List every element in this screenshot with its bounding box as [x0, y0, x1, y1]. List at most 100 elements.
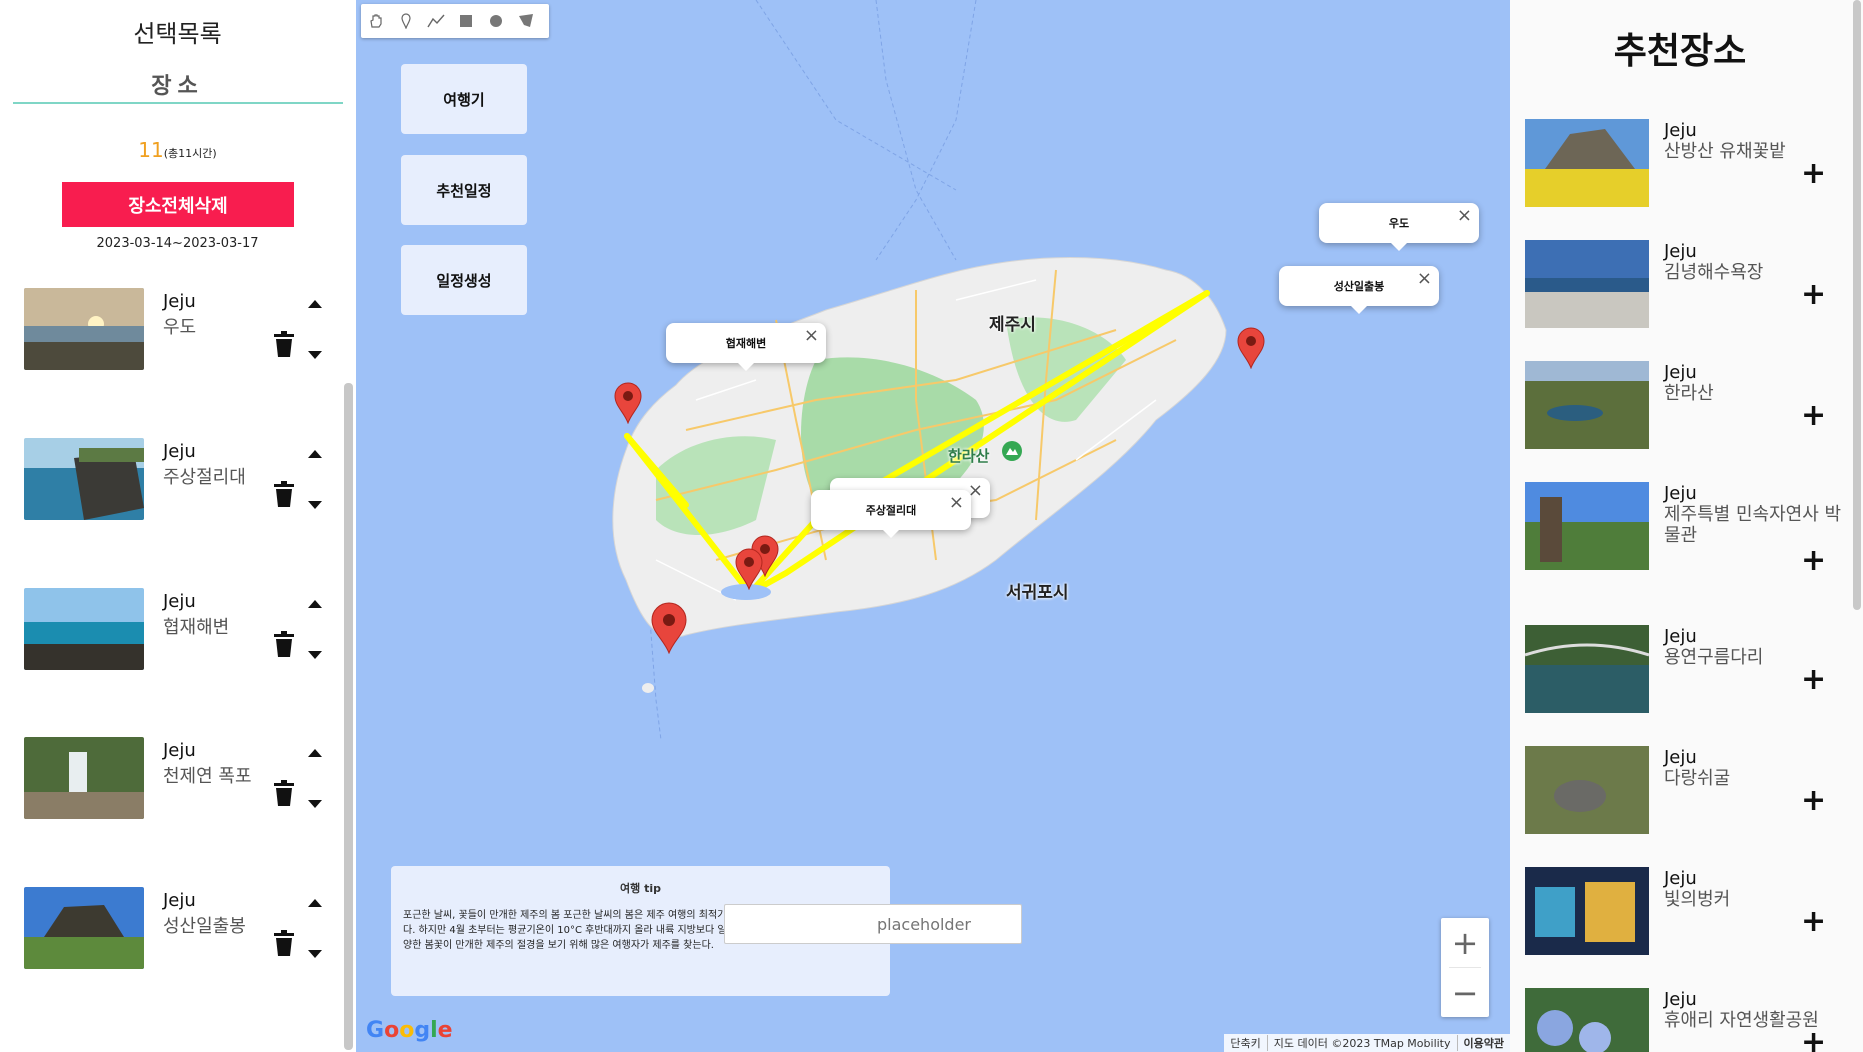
keyboard-shortcuts-link[interactable]: 단축키	[1224, 1035, 1266, 1051]
thumbnail	[1525, 119, 1649, 207]
list-item: Jeju 산방산 유채꽃밭 +	[1525, 119, 1845, 209]
item-region: Jeju	[163, 291, 196, 312]
travel-log-button[interactable]: 여행기	[401, 64, 527, 134]
panel-title: 추천장소	[1613, 31, 1747, 72]
item-region: Jeju	[1664, 868, 1697, 889]
trash-icon[interactable]	[272, 780, 296, 806]
add-icon[interactable]: +	[1801, 907, 1826, 937]
add-icon[interactable]: +	[1801, 546, 1826, 576]
google-logo: Google	[366, 1018, 453, 1043]
recommended-schedule-button[interactable]: 추천일정	[401, 155, 527, 225]
item-region: Jeju	[1664, 241, 1697, 262]
info-window-jusang: × 주상절리대	[811, 490, 971, 538]
selected-list-panel: 선택목록 장소 11(총11시간) 장소전체삭제 2023-03-14~2023…	[0, 0, 355, 1052]
move-down-icon[interactable]	[308, 651, 322, 659]
map-data-text: 지도 데이터 ©2023 TMap Mobility	[1266, 1035, 1457, 1051]
add-icon[interactable]: +	[1801, 786, 1826, 816]
tip-title: 여행 tip	[620, 882, 661, 895]
move-up-icon[interactable]	[308, 749, 322, 757]
total-hours: 11(총11시간)	[0, 138, 355, 162]
list-item: Jeju 빛의벙커 +	[1525, 867, 1845, 957]
item-name: 주상절리대	[163, 467, 246, 488]
thumbnail	[1525, 746, 1649, 834]
info-window-title: 주상절리대	[865, 504, 917, 517]
move-up-icon[interactable]	[308, 600, 322, 608]
list-item: Jeju 주상절리대	[24, 438, 334, 522]
item-region: Jeju	[163, 890, 196, 911]
info-window-title: 우도	[1388, 217, 1410, 230]
create-schedule-button[interactable]: 일정생성	[401, 245, 527, 315]
map-marker[interactable]	[735, 548, 763, 590]
trash-icon[interactable]	[272, 481, 296, 507]
polygon-icon[interactable]	[511, 4, 541, 38]
move-up-icon[interactable]	[308, 899, 322, 907]
thumbnail	[24, 887, 144, 969]
date-range: 2023-03-14~2023-03-17	[96, 236, 259, 251]
trash-icon[interactable]	[272, 631, 296, 657]
move-down-icon[interactable]	[308, 950, 322, 958]
search-input[interactable]	[724, 904, 1022, 944]
move-down-icon[interactable]	[308, 501, 322, 509]
thumbnail	[1525, 625, 1649, 713]
map-marker[interactable]	[614, 382, 642, 424]
item-region: Jeju	[163, 740, 196, 761]
list-item: Jeju 제주특별 민속자연사 박물관 +	[1525, 482, 1845, 576]
move-up-icon[interactable]	[308, 300, 322, 308]
list-item: Jeju 우도	[24, 288, 334, 372]
item-region: Jeju	[1664, 747, 1697, 768]
item-region: Jeju	[163, 441, 196, 462]
marker-icon[interactable]	[391, 4, 421, 38]
map-marker[interactable]	[651, 602, 687, 654]
trash-icon[interactable]	[272, 930, 296, 956]
panel-title: 선택목록	[133, 20, 222, 48]
terms-link[interactable]: 이용약관	[1456, 1035, 1510, 1051]
move-down-icon[interactable]	[308, 800, 322, 808]
zoom-control: + −	[1441, 918, 1489, 1017]
item-name: 우도	[163, 317, 197, 338]
item-name: 협재해변	[163, 617, 230, 638]
add-icon[interactable]: +	[1801, 665, 1826, 695]
list-item: Jeju 김녕해수욕장 +	[1525, 240, 1845, 330]
thumbnail	[1525, 988, 1649, 1052]
item-region: Jeju	[1664, 120, 1697, 141]
info-window-udo: × 우도	[1319, 203, 1479, 251]
info-window-seongsan: × 성산일출봉	[1279, 266, 1439, 314]
city-label-seogwipo: 서귀포시	[1006, 583, 1069, 603]
scrollbar[interactable]	[344, 383, 353, 1050]
delete-all-button[interactable]: 장소전체삭제	[62, 182, 294, 227]
rectangle-icon[interactable]	[451, 4, 481, 38]
scrollbar[interactable]	[1853, 0, 1861, 610]
add-icon[interactable]: +	[1801, 159, 1826, 189]
item-region: Jeju	[1664, 989, 1697, 1010]
item-name: 천제연 폭포	[163, 766, 252, 787]
move-down-icon[interactable]	[308, 351, 322, 359]
thumbnail	[1525, 240, 1649, 328]
add-icon[interactable]: +	[1801, 280, 1826, 310]
map-attribution: 단축키 지도 데이터 ©2023 TMap Mobility 이용약관	[1224, 1034, 1510, 1052]
tab-places[interactable]: 장소	[0, 68, 355, 100]
map-marker[interactable]	[1237, 327, 1265, 369]
polyline-icon[interactable]	[421, 4, 451, 38]
list-item: Jeju 휴애리 자연생활공원 +	[1525, 988, 1845, 1052]
zoom-in-button[interactable]: +	[1441, 918, 1489, 967]
thumbnail	[1525, 361, 1649, 449]
item-region: Jeju	[163, 591, 196, 612]
map-canvas[interactable]: 여행기 추천일정 일정생성 제주시 서귀포시 한라산 × 우도 × 성산일출봉 × 협…	[356, 0, 1510, 1052]
hand-icon[interactable]	[361, 4, 391, 38]
recommended-places-panel: 추천장소 Jeju 산방산 유채꽃밭 + Jeju 김녕해수욕장 + Jeju …	[1510, 0, 1863, 1052]
tab-underline	[13, 102, 343, 104]
city-label-hallasan: 한라산	[948, 447, 990, 465]
list-item: Jeju 한라산 +	[1525, 361, 1845, 451]
list-item: Jeju 협재해변	[24, 588, 334, 672]
hours-value: 11	[138, 138, 164, 162]
item-region: Jeju	[1664, 483, 1697, 504]
add-icon[interactable]: +	[1801, 1028, 1826, 1052]
zoom-out-button[interactable]: −	[1441, 968, 1489, 1017]
move-up-icon[interactable]	[308, 450, 322, 458]
item-region: Jeju	[1664, 362, 1697, 383]
trash-icon[interactable]	[272, 331, 296, 357]
list-item: Jeju 천제연 폭포	[24, 737, 334, 821]
thumbnail	[24, 288, 144, 370]
circle-icon[interactable]	[481, 4, 511, 38]
add-icon[interactable]: +	[1801, 401, 1826, 431]
